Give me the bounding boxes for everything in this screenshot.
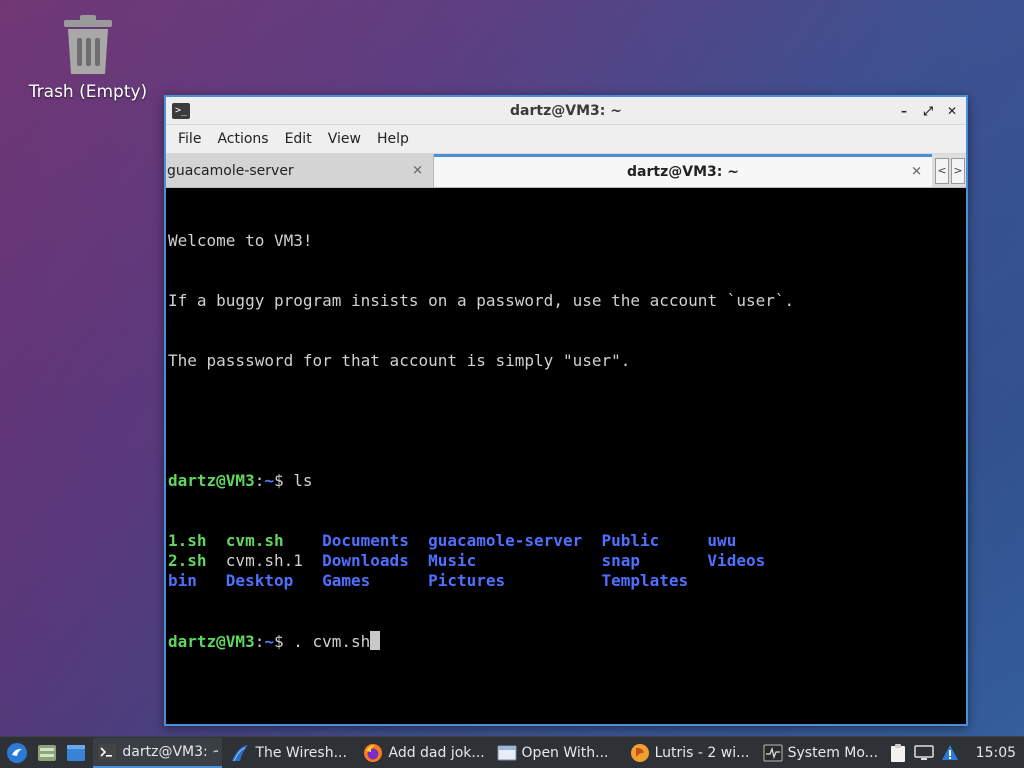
- menu-file[interactable]: File: [170, 131, 209, 147]
- taskbar-task-terminal[interactable]: dartz@VM3: ~: [93, 737, 223, 768]
- terminal-prompt-line: dartz@VM3:~$ ls: [168, 471, 966, 491]
- tab-close-icon[interactable]: ✕: [412, 163, 423, 178]
- terminal-line: Welcome to VM3!: [168, 231, 313, 250]
- wireshark-icon: [230, 744, 250, 762]
- ls-entry-directory: Public: [601, 531, 660, 550]
- command-text: ls: [293, 471, 313, 490]
- maximize-icon[interactable]: ⤢: [920, 103, 936, 119]
- tab-guacamole-server[interactable]: guacamole-server ✕: [166, 154, 434, 187]
- command-text: . cvm.sh: [293, 632, 371, 651]
- task-label: The Wiresh...: [255, 744, 347, 761]
- firefox-icon: [363, 743, 383, 762]
- task-label: dartz@VM3: ~: [122, 743, 219, 760]
- prompt-user: dartz@VM3: [168, 632, 255, 651]
- file-cabinet-icon: [37, 744, 56, 761]
- terminal-output[interactable]: Welcome to VM3! If a buggy program insis…: [166, 188, 966, 691]
- window-title: dartz@VM3: ~: [510, 102, 622, 119]
- ls-entry-file: cvm.sh.1: [225, 551, 303, 570]
- ls-entry-directory: Downloads: [322, 551, 409, 570]
- ls-entry-directory: bin: [168, 571, 197, 590]
- file-manager-launcher[interactable]: [34, 740, 60, 766]
- taskbar-task-open-with[interactable]: Open With...: [493, 738, 622, 768]
- task-label: Open With...: [521, 744, 609, 761]
- network-icon[interactable]: [913, 743, 934, 763]
- close-icon[interactable]: ✕: [944, 103, 960, 119]
- ls-row: 1.sh cvm.sh Documents guacamole-server Publi…: [168, 531, 966, 551]
- lubuntu-logo-icon: [6, 742, 27, 763]
- menu-bar: File Actions Edit View Help: [166, 125, 966, 154]
- chevron-left-icon[interactable]: <: [935, 157, 949, 184]
- ls-entry-directory: Games: [322, 571, 371, 590]
- desktop-icon-trash[interactable]: Trash (Empty): [22, 14, 154, 102]
- tab-dartz-vm3[interactable]: dartz@VM3: ~ ✕: [434, 154, 932, 187]
- terminal-line: If a buggy program insists on a password…: [168, 291, 795, 310]
- taskbar-task-lutris[interactable]: Lutris - 2 wi...: [626, 738, 755, 768]
- ls-entry-directory: Music: [428, 551, 477, 570]
- prompt-path: ~: [264, 471, 274, 490]
- ls-entry-directory: uwu: [707, 531, 737, 550]
- tab-label: guacamole-server: [167, 162, 294, 179]
- desktop-icon-label: Trash (Empty): [28, 82, 148, 102]
- tab-scroll-controls: < >: [932, 154, 965, 187]
- ls-entry-executable: 2.sh: [168, 551, 207, 570]
- task-label: System Mo...: [787, 744, 879, 761]
- prompt-path: ~: [264, 632, 274, 651]
- tab-close-icon[interactable]: ✕: [911, 165, 922, 180]
- terminal-icon: [97, 743, 117, 761]
- ls-entry-directory: Documents: [322, 531, 409, 550]
- terminal-window[interactable]: >_ dartz@VM3: ~ – ⤢ ✕ File Actions Edit …: [164, 95, 968, 726]
- update-notifier-icon[interactable]: [940, 743, 960, 763]
- trash-icon: [64, 15, 112, 74]
- ls-entry-executable: cvm.sh: [225, 531, 284, 550]
- prompt-user: dartz@VM3: [168, 471, 255, 490]
- terminal-app-icon: >_: [172, 102, 190, 119]
- prompt-separator: :: [254, 632, 265, 651]
- taskbar-task-system-monitor[interactable]: System Mo...: [759, 738, 888, 768]
- application-menu-button[interactable]: [4, 740, 30, 766]
- menu-actions[interactable]: Actions: [209, 131, 276, 147]
- window-titlebar[interactable]: >_ dartz@VM3: ~ – ⤢ ✕: [166, 97, 966, 125]
- task-label: Add dad jok...: [388, 744, 485, 761]
- menu-help[interactable]: Help: [369, 131, 417, 147]
- taskbar-task-wireshark[interactable]: The Wiresh...: [226, 738, 355, 768]
- menu-view[interactable]: View: [320, 131, 369, 147]
- terminal-prompt-line: dartz@VM3:~$ . cvm.sh: [168, 631, 966, 651]
- lutris-icon: [630, 743, 650, 762]
- ls-output: 1.sh cvm.sh Documents guacamole-server Publi…: [168, 531, 966, 591]
- prompt-symbol: $: [273, 632, 294, 651]
- ls-entry-executable: 1.sh: [168, 531, 207, 550]
- system-tray: 15:05: [888, 743, 1024, 763]
- terminal-line: The passsword for that account is simply…: [168, 351, 631, 370]
- system-monitor-icon: [763, 744, 783, 762]
- prompt-separator: :: [254, 471, 265, 490]
- ls-row: bin Desktop Games Pictures Templates: [168, 571, 966, 591]
- tab-label: dartz@VM3: ~: [627, 164, 739, 180]
- ls-entry-directory: Videos: [707, 551, 766, 570]
- ls-entry-directory: Pictures: [428, 571, 506, 590]
- ls-entry-directory: snap: [601, 551, 640, 570]
- prompt-symbol: $: [273, 471, 294, 490]
- clipboard-icon[interactable]: [888, 743, 908, 763]
- window-icon: [497, 744, 517, 762]
- taskbar-task-firefox[interactable]: Add dad jok...: [359, 738, 488, 768]
- text-cursor: [370, 631, 381, 650]
- window-controls: – ⤢ ✕: [896, 103, 960, 119]
- ls-entry-directory: Desktop: [225, 571, 294, 590]
- clock[interactable]: 15:05: [976, 745, 1016, 761]
- chevron-right-icon[interactable]: >: [951, 157, 965, 184]
- tab-bar: guacamole-server ✕ dartz@VM3: ~ ✕ < >: [166, 154, 966, 188]
- taskbar: dartz@VM3: ~ The Wiresh... Add dad jok..…: [0, 736, 1024, 768]
- desktop-icon: [67, 744, 86, 761]
- ls-entry-directory: Templates: [601, 571, 689, 590]
- show-desktop-button[interactable]: [64, 740, 90, 766]
- ls-row: 2.sh cvm.sh.1 Downloads Music snap Videos: [168, 551, 966, 571]
- task-label: Lutris - 2 wi...: [654, 744, 750, 761]
- menu-edit[interactable]: Edit: [277, 131, 320, 147]
- ls-entry-directory: guacamole-server: [428, 531, 583, 550]
- minimize-icon[interactable]: –: [896, 103, 912, 119]
